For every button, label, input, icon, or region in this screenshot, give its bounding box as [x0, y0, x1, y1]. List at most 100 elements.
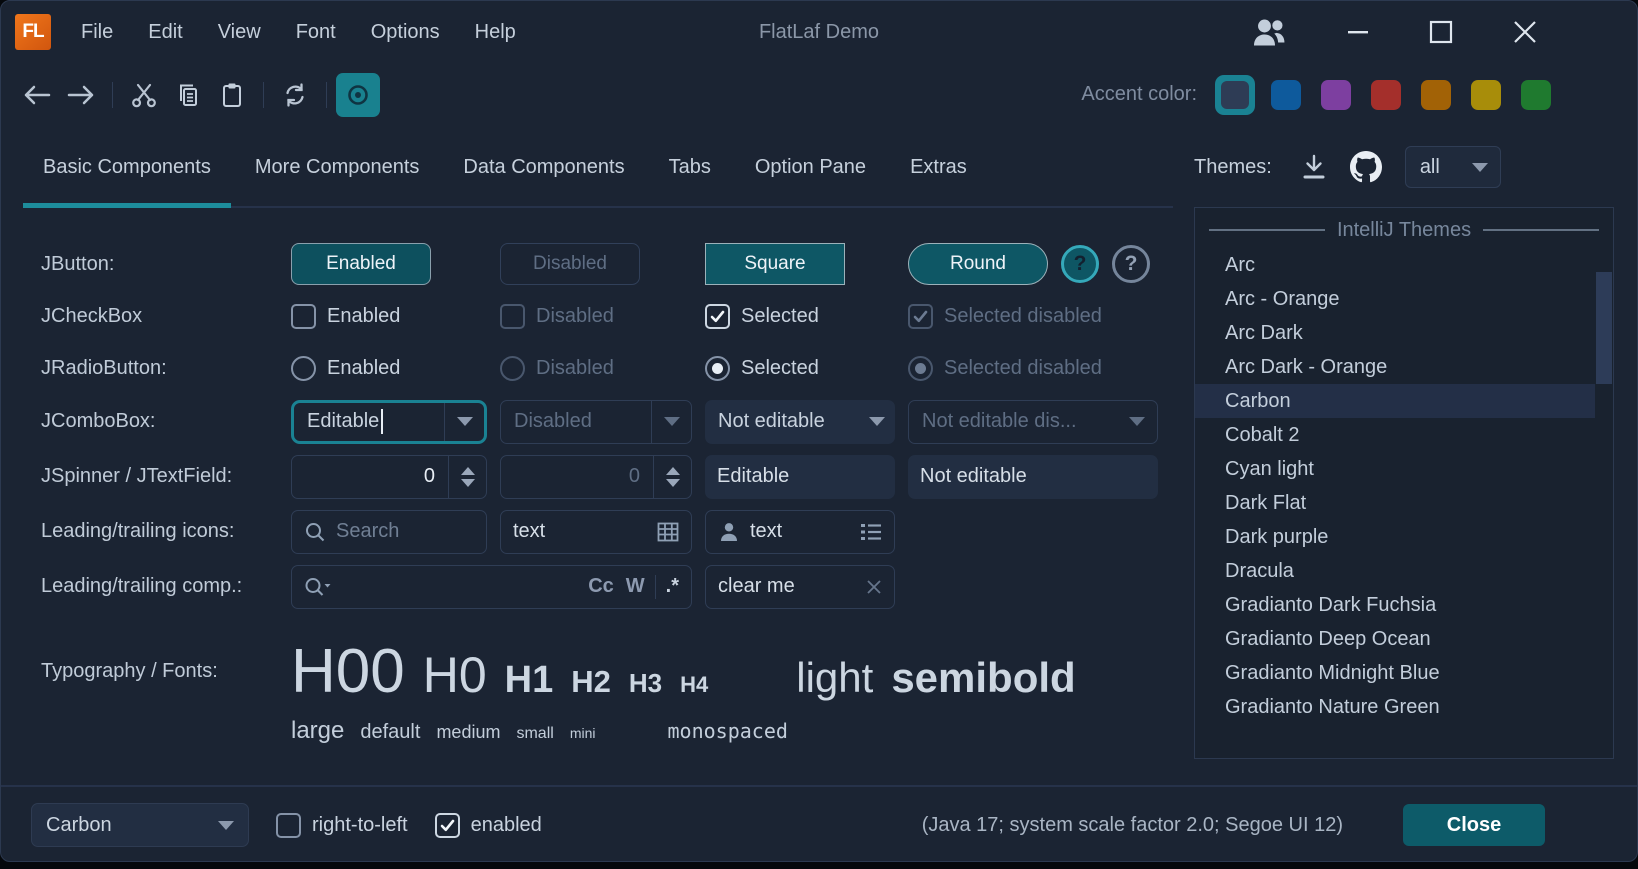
whole-word-button[interactable]: W: [626, 575, 645, 598]
theme-item-gradianto-midnight-blue[interactable]: Gradianto Midnight Blue: [1195, 656, 1595, 690]
textfield-editable[interactable]: Editable: [705, 455, 895, 499]
menu-view[interactable]: View: [218, 21, 261, 44]
accent-swatch-purple[interactable]: [1321, 80, 1351, 110]
accent-swatch-green[interactable]: [1521, 80, 1551, 110]
checkbox-selected[interactable]: [705, 304, 730, 329]
show-hover-toggle[interactable]: [336, 73, 380, 117]
jradiobutton-label: JRadioButton:: [41, 357, 291, 380]
app-logo-text: FL: [22, 21, 43, 43]
minimize-icon[interactable]: [1347, 20, 1369, 44]
spinner-disabled-value: 0: [501, 456, 653, 498]
tab-option-pane[interactable]: Option Pane: [755, 126, 866, 208]
menu-help[interactable]: Help: [475, 21, 516, 44]
tab-extras[interactable]: Extras: [910, 126, 967, 208]
tab-bar: Basic Components More Components Data Co…: [1, 126, 1173, 208]
button-square[interactable]: Square: [705, 243, 845, 285]
menu-options[interactable]: Options: [371, 21, 440, 44]
spinner-enabled[interactable]: 0: [291, 455, 487, 499]
maximize-icon[interactable]: [1429, 20, 1453, 44]
accent-swatch-blue[interactable]: [1271, 80, 1301, 110]
spinner-down-icon[interactable]: [461, 479, 475, 487]
themes-scrollbar-thumb[interactable]: [1596, 272, 1612, 384]
users-icon[interactable]: [1251, 17, 1287, 47]
rtl-checkbox[interactable]: [276, 813, 301, 838]
accent-swatch-red[interactable]: [1371, 80, 1401, 110]
accent-swatch-default-selected[interactable]: [1215, 75, 1255, 115]
text-input-table[interactable]: text: [500, 510, 692, 554]
accent-swatch-orange[interactable]: [1421, 80, 1451, 110]
cut-button[interactable]: [122, 73, 166, 117]
search-icon: [304, 521, 326, 543]
download-icon[interactable]: [1301, 153, 1327, 181]
themes-filter-combo[interactable]: all: [1405, 146, 1501, 188]
theme-item-gradianto-nature-green[interactable]: Gradianto Nature Green: [1195, 690, 1595, 724]
accent-swatch-yellow[interactable]: [1471, 80, 1501, 110]
search-with-options-icon[interactable]: [304, 576, 332, 598]
header-row: Basic Components More Components Data Co…: [1, 126, 1637, 208]
radio-selected[interactable]: [705, 356, 730, 381]
menu-font[interactable]: Font: [296, 21, 336, 44]
combobox-editable[interactable]: Editable: [291, 400, 487, 444]
theme-item-dracula[interactable]: Dracula: [1195, 554, 1595, 588]
refresh-icon: [282, 82, 308, 108]
tab-more-components[interactable]: More Components: [255, 126, 420, 208]
clear-x-icon[interactable]: [866, 579, 882, 595]
jbutton-label: JButton:: [41, 253, 291, 276]
help-button-outline[interactable]: ?: [1112, 245, 1150, 283]
enabled-checkbox-group[interactable]: enabled: [435, 813, 542, 838]
content-area: JButton: Enabled Disabled Square Round ?…: [1, 208, 1637, 785]
match-case-button[interactable]: Cc: [588, 575, 614, 598]
close-icon[interactable]: [1513, 20, 1537, 44]
tab-basic-components[interactable]: Basic Components: [43, 126, 211, 208]
clearable-input[interactable]: clear me: [705, 565, 895, 609]
theme-item-dark-purple[interactable]: Dark purple: [1195, 520, 1595, 554]
window-controls: [1251, 17, 1537, 47]
button-enabled[interactable]: Enabled: [291, 243, 431, 285]
checkbox-enabled[interactable]: [291, 304, 316, 329]
search-input[interactable]: Search: [291, 510, 487, 554]
github-icon[interactable]: [1350, 151, 1382, 183]
back-button[interactable]: [15, 73, 59, 117]
forward-icon: [66, 83, 96, 107]
refresh-button[interactable]: [273, 73, 317, 117]
themes-scrollbar[interactable]: [1595, 208, 1613, 758]
typography-small: small: [516, 725, 553, 743]
search-comp-input[interactable]: Cc W .*: [291, 565, 692, 609]
text-input-table-value: text: [513, 520, 545, 543]
typography-semibold: semibold: [891, 654, 1075, 702]
theme-item-arc[interactable]: Arc: [1195, 248, 1595, 282]
menu-edit[interactable]: Edit: [148, 21, 182, 44]
forward-button[interactable]: [59, 73, 103, 117]
tab-tabs[interactable]: Tabs: [669, 126, 711, 208]
theme-item-gradianto-dark-fuchsia[interactable]: Gradianto Dark Fuchsia: [1195, 588, 1595, 622]
theme-selector-combo[interactable]: Carbon: [31, 803, 249, 847]
theme-item-arc-dark-orange[interactable]: Arc Dark - Orange: [1195, 350, 1595, 384]
enabled-checkbox[interactable]: [435, 813, 460, 838]
textfield-not-editable-value: Not editable: [920, 465, 1027, 488]
theme-item-gradianto-deep-ocean[interactable]: Gradianto Deep Ocean: [1195, 622, 1595, 656]
paste-button[interactable]: [210, 73, 254, 117]
theme-item-dark-flat[interactable]: Dark Flat: [1195, 486, 1595, 520]
theme-item-cyan-light[interactable]: Cyan light: [1195, 452, 1595, 486]
rtl-checkbox-group[interactable]: right-to-left: [276, 813, 408, 838]
theme-item-carbon[interactable]: Carbon: [1195, 384, 1595, 418]
copy-button[interactable]: [166, 73, 210, 117]
typography-default: default: [360, 721, 420, 744]
button-round[interactable]: Round: [908, 243, 1048, 285]
close-button[interactable]: Close: [1403, 804, 1545, 846]
spinner-up-icon[interactable]: [461, 467, 475, 475]
combobox-not-editable[interactable]: Not editable: [705, 400, 895, 444]
spinner-enabled-value: 0: [292, 456, 448, 498]
theme-item-cobalt-2[interactable]: Cobalt 2: [1195, 418, 1595, 452]
radio-enabled[interactable]: [291, 356, 316, 381]
typography-headings: H00 H0 H1 H2 H3 H4 light semibold: [291, 636, 1076, 707]
theme-item-arc-dark[interactable]: Arc Dark: [1195, 316, 1595, 350]
text-input-person[interactable]: text: [705, 510, 895, 554]
menu-file[interactable]: File: [81, 21, 113, 44]
chevron-down-icon: [457, 417, 473, 426]
tab-data-components[interactable]: Data Components: [463, 126, 624, 208]
regex-button[interactable]: .*: [666, 575, 679, 598]
help-button-filled[interactable]: ?: [1061, 245, 1099, 283]
theme-item-arc-orange[interactable]: Arc - Orange: [1195, 282, 1595, 316]
combobox-disabled: Disabled: [500, 400, 692, 444]
